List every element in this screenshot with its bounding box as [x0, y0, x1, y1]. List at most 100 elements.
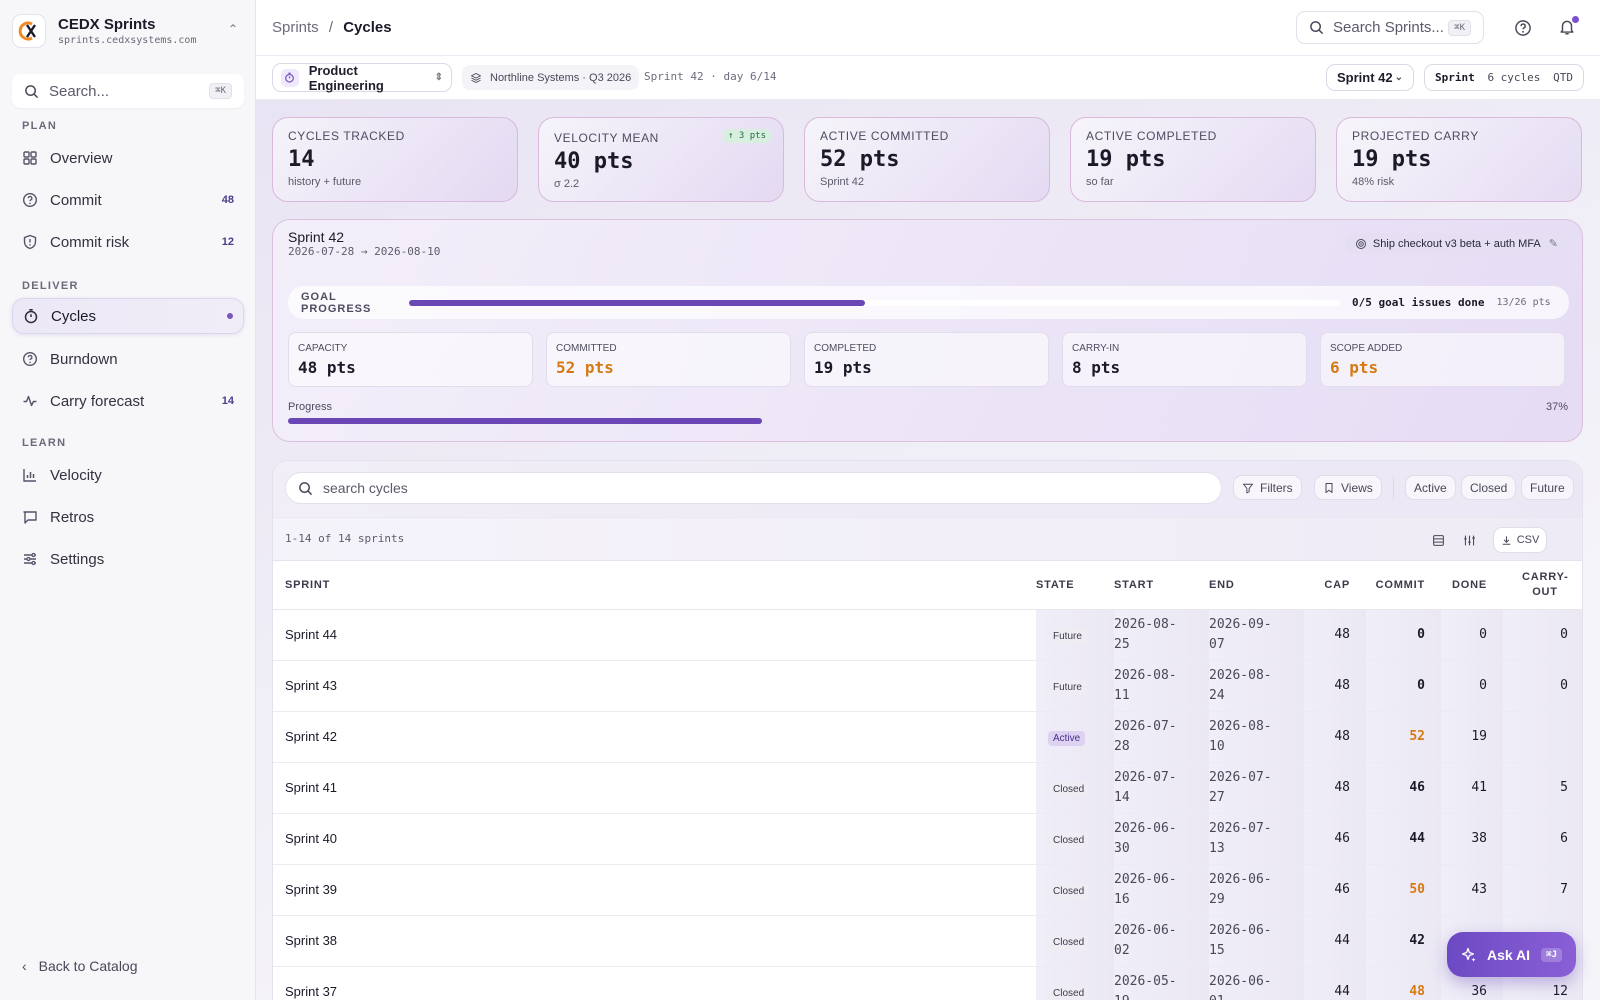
cell-sprint-name[interactable]: Sprint 43 — [273, 660, 1036, 712]
sprint-name: Sprint 38 — [285, 933, 338, 948]
column-header-sprint[interactable]: SPRINT — [273, 561, 1036, 610]
breadcrumb-separator: / — [328, 19, 334, 36]
cell-done: 0 — [1441, 609, 1503, 661]
filters-button[interactable]: Filters — [1233, 475, 1302, 500]
column-header-commit[interactable]: COMMIT — [1366, 561, 1441, 610]
table-row[interactable]: Sprint 44 Future 2026-08- 25 2026-09- 07 48 0 0 0 — [273, 609, 1582, 661]
sidebar-item-burndown[interactable]: Burndown — [12, 341, 244, 377]
sidebar-item-cycles[interactable]: Cycles — [12, 298, 244, 334]
search-icon — [25, 84, 39, 98]
download-icon — [1502, 535, 1510, 545]
filter-active-chip[interactable]: Active — [1405, 475, 1456, 500]
sidebar-item-commit-risk[interactable]: Commit risk 12 — [12, 224, 244, 260]
cell-sprint-name[interactable]: Sprint 37 — [273, 966, 1036, 1000]
table-row[interactable]: Sprint 42 Active 2026-07- 28 2026-08- 10 48 52 1… — [273, 711, 1582, 763]
cell-sprint-name[interactable]: Sprint 40 — [273, 813, 1036, 865]
stat-capacity: CAPACITY 48 pts — [288, 332, 533, 387]
column-header-carry-out[interactable]: CARRY-OUT — [1503, 561, 1582, 610]
table-row[interactable]: Sprint 37Closed2026-05-192026-06-0144483… — [273, 966, 1582, 1000]
export-csv-button[interactable]: CSV — [1493, 527, 1547, 553]
seg-sprint[interactable]: Sprint — [1435, 71, 1475, 84]
context-bar: Product Engineering ⇕ Northline Systems … — [256, 56, 1600, 100]
views-button[interactable]: Views — [1314, 475, 1382, 500]
sidebar-item-overview[interactable]: Overview — [12, 140, 244, 176]
sidebar-item-carry-forecast[interactable]: Carry forecast 14 — [12, 383, 244, 419]
filter-icon — [1243, 483, 1253, 493]
column-header-done[interactable]: DONE — [1441, 561, 1503, 610]
chevron-updown-icon[interactable]: ⌃ — [228, 22, 238, 36]
cell-done: 38 — [1441, 813, 1503, 865]
sidebar-item-commit[interactable]: Commit 48 — [12, 182, 244, 218]
stat-label: SCOPE ADDED — [1330, 343, 1403, 354]
seg-cycles[interactable]: 6 cycles — [1487, 71, 1540, 84]
ask-ai-shortcut: ⌘J — [1541, 947, 1562, 962]
cycles-search-input[interactable]: search cycles — [285, 472, 1222, 504]
column-header-end[interactable]: END — [1209, 561, 1304, 610]
table-row[interactable]: Sprint 41 Closed 2026-07- 14 2026-07- 27 48 46 4… — [273, 762, 1582, 814]
cell-end: 2026-09- 07 — [1209, 609, 1304, 661]
section-label-deliver: DELIVER — [22, 280, 79, 292]
stat-value: 48 pts — [298, 358, 356, 377]
column-header-start[interactable]: START — [1114, 561, 1209, 610]
cell-cap: 48 — [1304, 609, 1366, 661]
cell-sprint-name[interactable]: Sprint 39 — [273, 864, 1036, 916]
global-search-shortcut: ⌘K — [1448, 19, 1471, 36]
kpi-projected-carry: PROJECTED CARRY 19 pts 48% risk — [1336, 117, 1582, 202]
start-date-line1: 2026-06- — [1114, 820, 1177, 836]
sidebar-item-retros[interactable]: Retros — [12, 499, 244, 535]
bookmark-icon — [1325, 482, 1333, 493]
brand-switcher[interactable]: CEDX Sprints sprints.cedxsystems.com ⌃ — [12, 10, 244, 52]
section-label-learn: LEARN — [22, 437, 67, 449]
sprint-select-value: Sprint 42 — [1337, 70, 1393, 85]
notifications-bell-icon[interactable] — [1558, 16, 1579, 39]
global-search-input[interactable]: Search Sprints... ⌘K — [1296, 11, 1484, 44]
state-badge: Closed — [1048, 782, 1090, 797]
cell-carry-out: 5 — [1503, 762, 1582, 814]
seg-qtd[interactable]: QTD — [1553, 71, 1573, 84]
progress-percent: 37% — [1545, 401, 1568, 413]
period-segment[interactable]: Sprint 6 cycles QTD — [1424, 64, 1584, 91]
stat-label: COMPLETED — [814, 343, 877, 354]
table-toolbar: search cycles Filters Views Active Close… — [273, 461, 1582, 517]
end-date-line2: 27 — [1209, 789, 1225, 805]
project-select[interactable]: Product Engineering ⇕ — [272, 63, 452, 93]
table-row[interactable]: Sprint 39 Closed 2026-06- 16 2026-06- 29 46 50 4… — [273, 864, 1582, 916]
column-header-cap[interactable]: CAP — [1304, 561, 1366, 610]
columns-sliders-icon[interactable] — [1457, 528, 1481, 552]
filter-future-chip[interactable]: Future — [1521, 475, 1574, 500]
table-row[interactable]: Sprint 43 Future 2026-08- 11 2026-08- 24 48 0 0 0 — [273, 660, 1582, 712]
density-icon[interactable] — [1426, 528, 1450, 552]
end-date-line2: 24 — [1209, 687, 1225, 703]
chevron-down-icon: ⌄ — [1394, 72, 1403, 83]
table-row[interactable]: Sprint 40 Closed 2026-06- 30 2026-07- 13 46 44 3… — [273, 813, 1582, 865]
stat-label: COMMITTED — [556, 343, 617, 354]
stat-label: CAPACITY — [298, 343, 348, 354]
sidebar-item-settings[interactable]: Settings — [12, 541, 244, 577]
breadcrumb-sprints[interactable]: Sprints — [272, 19, 319, 36]
sidebar-item-label: Cycles — [51, 307, 97, 325]
cell-sprint-name[interactable]: Sprint 42 — [273, 711, 1036, 763]
csv-label: CSV — [1516, 534, 1540, 546]
sprint-goal-chip[interactable]: Ship checkout v3 beta + auth MFA ✎ — [1344, 233, 1568, 254]
stat-value: 19 pts — [814, 358, 872, 377]
sidebar-search[interactable]: Search... ⌘K — [12, 74, 244, 108]
cell-state: Closed — [1036, 762, 1114, 814]
views-label: Views — [1341, 480, 1373, 495]
sprint-select[interactable]: Sprint 42 ⌄ — [1326, 64, 1414, 91]
cell-sprint-name[interactable]: Sprint 38 — [273, 915, 1036, 967]
start-date-line1: 2026-07- — [1114, 769, 1177, 785]
cell-sprint-name[interactable]: Sprint 44 — [273, 609, 1036, 661]
table-row[interactable]: Sprint 38 Closed 2026-06- 02 2026-06- 15 44 42 — [273, 915, 1582, 967]
chip-label: Future — [1530, 480, 1565, 495]
kpi-value: 14 — [288, 147, 315, 172]
org-label: Northline Systems · Q3 2026 — [490, 71, 632, 84]
column-header-state[interactable]: STATE — [1036, 561, 1114, 610]
cell-sprint-name[interactable]: Sprint 41 — [273, 762, 1036, 814]
back-to-catalog-link[interactable]: ‹ Back to Catalog — [22, 958, 138, 974]
pencil-icon[interactable]: ✎ — [1549, 237, 1558, 250]
ask-ai-button[interactable]: Ask AI ⌘J — [1447, 932, 1576, 977]
filter-closed-chip[interactable]: Closed — [1461, 475, 1517, 500]
help-icon[interactable] — [1514, 19, 1532, 40]
sidebar-item-velocity[interactable]: Velocity — [12, 457, 244, 493]
search-icon — [1310, 21, 1324, 35]
